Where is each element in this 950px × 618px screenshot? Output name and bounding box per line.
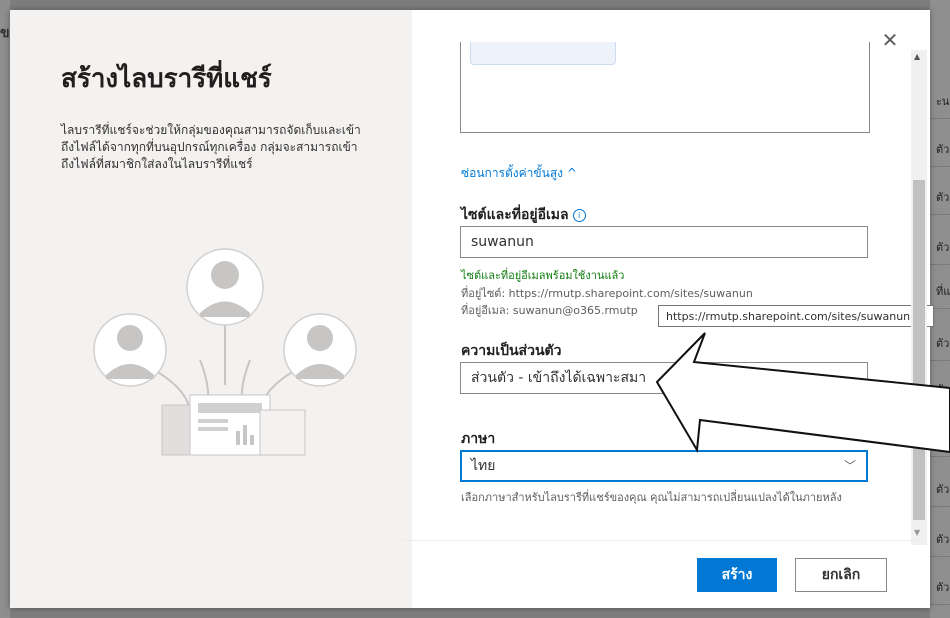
background-right-item: ตัว <box>936 337 950 350</box>
people-sharing-illustration <box>93 248 357 456</box>
background-right-item: ตัว <box>936 143 950 156</box>
background-right-item: ตัว <box>936 533 950 546</box>
footer-divider <box>402 540 920 541</box>
background-row-divider <box>930 166 950 167</box>
background-row-divider <box>930 604 950 605</box>
site-name-input[interactable]: suwanun <box>460 226 868 258</box>
background-row-divider <box>930 456 950 457</box>
privacy-label: ความเป็นส่วนตัว <box>461 343 562 359</box>
scroll-up-arrow-icon[interactable]: ▲ <box>914 52 920 61</box>
background-row-divider <box>930 264 950 265</box>
privacy-dropdown[interactable]: ส่วนตัว - เข้าถึงได้เฉพาะสมา <box>460 362 868 394</box>
background-left-edge <box>0 0 10 618</box>
background-row-divider <box>930 118 950 119</box>
background-row-divider <box>930 406 950 407</box>
member-chip[interactable] <box>470 42 616 65</box>
background-right-item: ที่แ <box>936 285 950 298</box>
background-left-text: ข <box>0 25 10 41</box>
site-available-message: ไซต์และที่อยู่อีเมลพร้อมใช้งานแล้ว <box>461 269 625 282</box>
email-address-text: ที่อยู่อีเมล: suwanun@o365.rmutp <box>461 304 638 317</box>
close-button[interactable]: ✕ <box>880 30 900 50</box>
cancel-button[interactable]: ยกเลิก <box>795 558 887 592</box>
language-label: ภาษา <box>461 431 496 447</box>
site-email-label-text: ไซต์และที่อยู่อีเมล <box>461 207 569 223</box>
background-right-item: ตัว <box>936 581 950 594</box>
scroll-down-arrow-icon[interactable]: ▼ <box>914 528 920 537</box>
site-address-text: ที่อยู่ไซต์: https://rmutp.sharepoint.co… <box>461 287 753 300</box>
dialog-description: ไลบรารีที่แชร์จะช่วยให้กลุ่มของคุณสามารถ… <box>61 123 361 171</box>
background-right-item: ะน <box>936 95 950 108</box>
site-email-label: ไซต์และที่อยู่อีเมล i <box>461 204 586 226</box>
background-row-divider <box>930 360 950 361</box>
background-right-item: ตัว <box>936 483 950 496</box>
background-row-divider <box>930 556 950 557</box>
info-icon[interactable]: i <box>572 208 586 222</box>
background-right-item: ตัว <box>936 191 950 204</box>
background-right-item: ตัว <box>936 433 950 446</box>
background-right-item: ตัว <box>936 383 950 396</box>
background-row-divider <box>930 506 950 507</box>
language-dropdown[interactable]: ไทย ﹀ <box>460 450 868 482</box>
language-help-text: เลือกภาษาสำหรับไลบรารีที่แชร์ของคุณ คุณไ… <box>461 491 842 504</box>
scrollbar-thumb[interactable] <box>913 180 925 520</box>
create-button[interactable]: สร้าง <box>697 558 777 592</box>
dialog-title: สร้างไลบรารีที่แชร์ <box>61 64 272 94</box>
site-url-tooltip: https://rmutp.sharepoint.com/sites/suwan… <box>658 305 934 327</box>
chevron-down-icon: ﹀ <box>843 459 856 473</box>
dialog-info-pane: สร้างไลบรารีที่แชร์ ไลบรารีที่แชร์จะช่วย… <box>10 10 412 608</box>
hide-advanced-settings-link[interactable]: ซ่อนการตั้งค่าขั้นสูง ^ <box>461 164 577 183</box>
language-value: ไทย <box>471 458 496 474</box>
background-right-item: ตัว <box>936 241 950 254</box>
background-row-divider <box>930 214 950 215</box>
